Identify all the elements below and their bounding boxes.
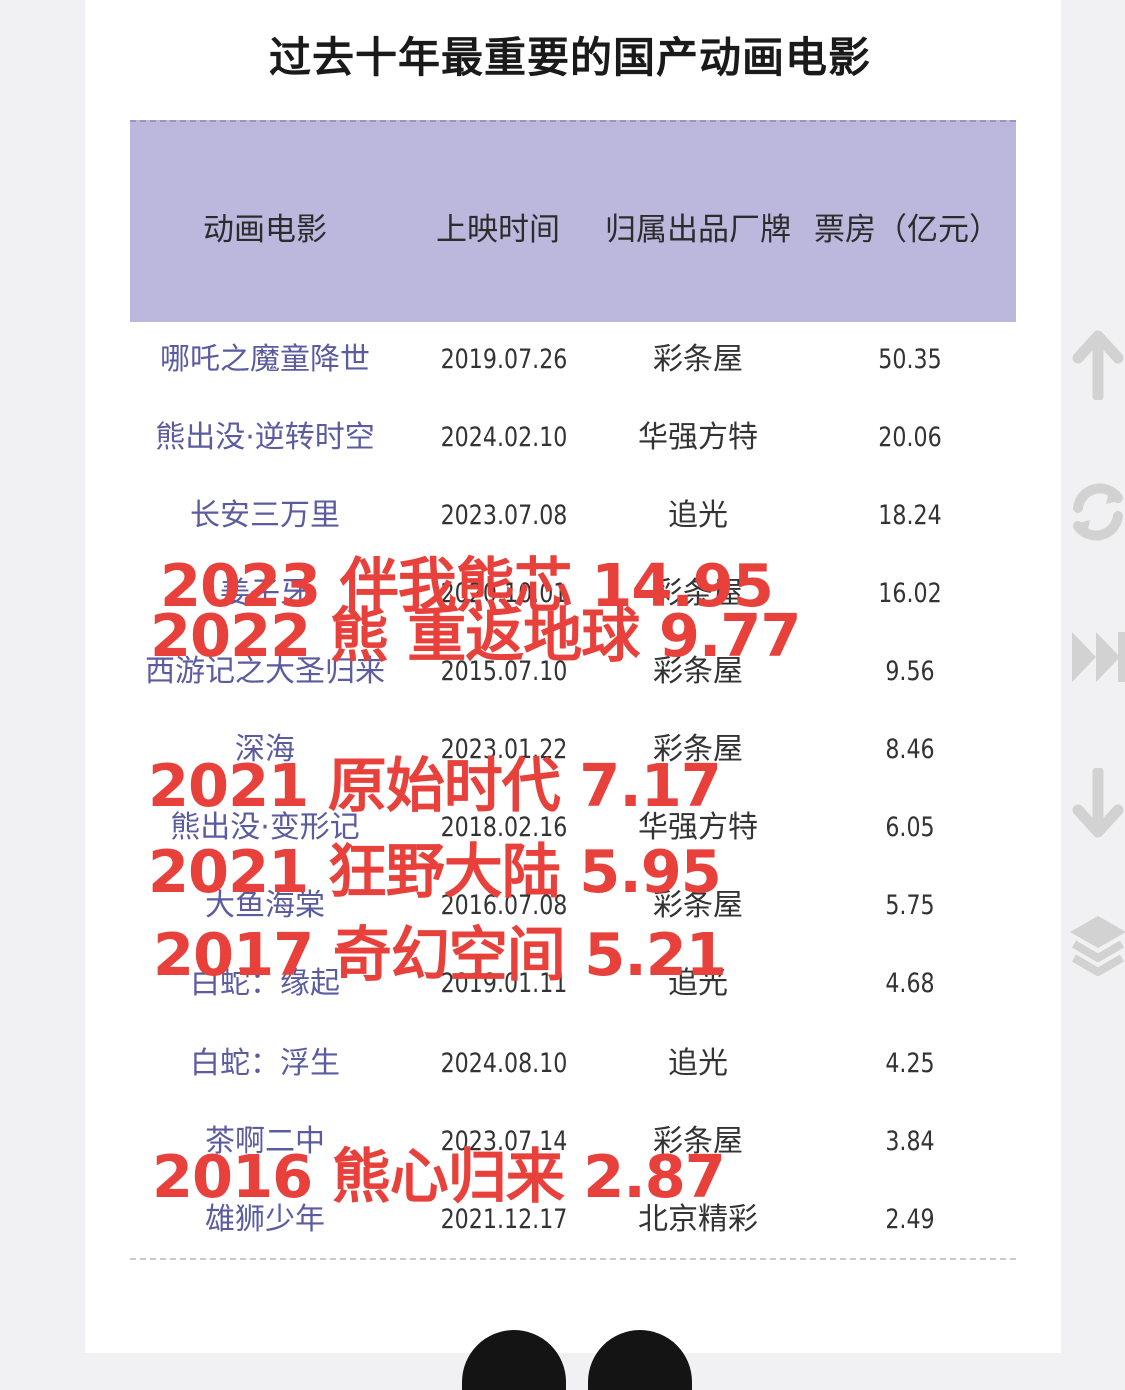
box-office: 2.49	[885, 1204, 935, 1235]
overlay-annotation: 2016 熊心归来 2.87	[152, 1142, 726, 1211]
table-row: 白蛇：浮生 2024.08.10 追光 4.25	[130, 1034, 1016, 1094]
release-date: 2023.07.08	[440, 500, 568, 531]
film-name: 长安三万里	[190, 498, 340, 533]
film-name: 白蛇：浮生	[190, 1046, 340, 1081]
box-office: 5.75	[885, 890, 935, 921]
arrow-up-icon[interactable]	[1070, 330, 1125, 402]
box-office: 16.02	[878, 578, 942, 609]
page-title: 过去十年最重要的国产动画电影	[268, 33, 871, 82]
release-date: 2019.07.26	[440, 344, 568, 375]
table-row: 长安三万里 2023.07.08 追光 18.24	[130, 486, 1016, 546]
studio: 华强方特	[638, 420, 758, 455]
table-header: 动画电影 上映时间 归属出品厂牌 票房（亿元）	[130, 120, 1016, 322]
box-office-table: 动画电影 上映时间 归属出品厂牌 票房（亿元） 哪吒之魔童降世 2019.07.…	[130, 120, 1016, 1237]
table-row: 哪吒之魔童降世 2019.07.26 彩条屋 50.35	[130, 330, 1016, 390]
header-box-office: 票房（亿元）	[814, 212, 1000, 248]
fast-forward-icon[interactable]	[1070, 622, 1125, 692]
box-office: 50.35	[878, 344, 942, 375]
release-date: 2024.02.10	[440, 422, 568, 453]
header-film: 动画电影	[203, 212, 327, 248]
box-office: 4.68	[885, 968, 935, 999]
box-office: 3.84	[885, 1126, 935, 1157]
film-name: 熊出没·逆转时空	[155, 420, 375, 455]
overlay-annotation: 2021 原始时代 7.17	[148, 751, 722, 820]
release-date: 2024.08.10	[440, 1048, 568, 1079]
overlay-annotation: 2017 奇幻空间 5.21	[153, 920, 727, 989]
studio: 追光	[668, 1046, 728, 1081]
box-office: 6.05	[885, 812, 935, 843]
overlay-annotation: 2022 熊 重返地球 9.77	[150, 601, 801, 670]
refresh-icon[interactable]	[1070, 476, 1125, 546]
table-row: 熊出没·逆转时空 2024.02.10 华强方特 20.06	[130, 408, 1016, 468]
box-office: 8.46	[885, 734, 935, 765]
box-office: 20.06	[878, 422, 942, 453]
layers-icon[interactable]	[1070, 912, 1125, 982]
studio: 彩条屋	[653, 342, 743, 377]
box-office: 4.25	[885, 1048, 935, 1079]
table-bottom-divider	[130, 1258, 1016, 1260]
studio: 追光	[668, 498, 728, 533]
overlay-annotation: 2021 狂野大陆 5.95	[148, 837, 722, 906]
arrow-down-icon[interactable]	[1070, 766, 1125, 838]
header-studio: 归属出品厂牌	[605, 212, 791, 248]
film-name: 哪吒之魔童降世	[160, 342, 370, 377]
header-release-date: 上映时间	[436, 212, 560, 248]
box-office: 9.56	[885, 656, 935, 687]
box-office: 18.24	[878, 500, 942, 531]
